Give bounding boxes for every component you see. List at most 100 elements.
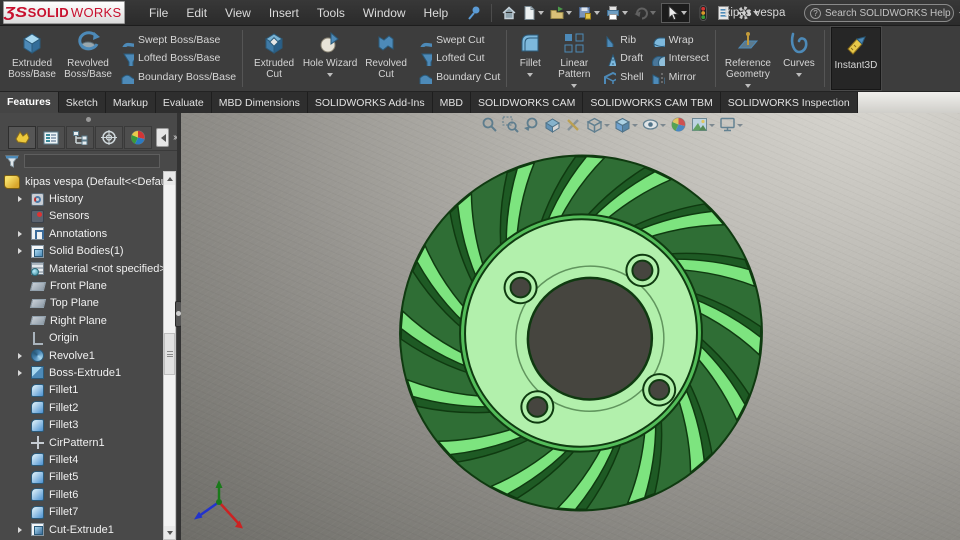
boundary-boss-button[interactable]: Boundary Boss/Base	[119, 69, 236, 84]
menu-view[interactable]: View	[217, 3, 259, 23]
dynamic-annotation-views-button[interactable]	[565, 116, 582, 133]
mirror-button[interactable]: Mirror	[650, 69, 709, 84]
fan-part-model[interactable]	[181, 113, 956, 540]
search-help-box[interactable]: ? Search SOLIDWORKS Help	[804, 4, 960, 22]
menu-edit[interactable]: Edit	[178, 3, 215, 23]
undo-button[interactable]	[633, 5, 657, 21]
swept-cut-button[interactable]: Swept Cut	[417, 32, 500, 47]
menu-help[interactable]: Help	[416, 3, 457, 23]
graphics-viewport[interactable]	[181, 113, 960, 540]
display-manager-tab[interactable]	[124, 126, 152, 149]
tab-sketch[interactable]: Sketch	[58, 92, 106, 113]
instant3d-button[interactable]: Instant3D	[829, 26, 882, 91]
previous-view-button[interactable]	[523, 116, 540, 133]
tree-scrollbar[interactable]	[163, 171, 176, 540]
tree-item-fillet1[interactable]: Fillet1	[0, 382, 168, 399]
tree-item-cirpattern1[interactable]: CirPattern1	[0, 434, 168, 451]
tree-item-revolve1[interactable]: Revolve1	[0, 347, 168, 364]
open-document-button[interactable]	[549, 5, 573, 21]
hide-show-items-button[interactable]	[642, 116, 666, 133]
view-settings-button[interactable]	[719, 116, 743, 133]
tab-solidworks-addins[interactable]: SOLIDWORKS Add-Ins	[307, 92, 433, 113]
tree-item-annotations[interactable]: Annotations	[0, 225, 168, 242]
tree-item-fillet7[interactable]: Fillet7	[0, 503, 168, 520]
tree-item-top-plane[interactable]: Top Plane	[0, 295, 168, 312]
view-orientation-button[interactable]	[586, 116, 610, 133]
extruded-boss-button[interactable]: Extruded Boss/Base	[4, 26, 60, 91]
reference-geometry-button[interactable]: Reference Geometry	[719, 26, 777, 91]
tab-markup[interactable]: Markup	[105, 92, 156, 113]
menu-tools[interactable]: Tools	[309, 3, 353, 23]
draft-button[interactable]: Draft	[601, 51, 643, 66]
tree-item-cut-extrude1[interactable]: Cut-Extrude1	[0, 521, 168, 538]
expand-arrow-icon[interactable]	[18, 248, 22, 255]
scroll-down-icon[interactable]	[164, 526, 175, 539]
print-button[interactable]	[605, 5, 629, 21]
apply-scene-button[interactable]	[691, 116, 715, 133]
tab-mbd[interactable]: MBD	[432, 92, 471, 113]
hole-wizard-button[interactable]: Hole Wizard	[302, 26, 358, 91]
lofted-boss-button[interactable]: Lofted Boss/Base	[119, 51, 236, 66]
search-input[interactable]: Search SOLIDWORKS Help	[825, 8, 951, 19]
section-view-button[interactable]	[544, 116, 561, 133]
tree-item-part[interactable]: kipas vespa (Default<<Default>_D	[0, 173, 168, 190]
new-document-button[interactable]	[522, 5, 545, 21]
feature-manager-tab[interactable]	[8, 126, 36, 149]
revolved-cut-button[interactable]: Revolved Cut	[358, 26, 414, 91]
expand-arrow-icon[interactable]	[18, 526, 22, 533]
curves-button[interactable]: Curves	[777, 26, 821, 91]
dimxpert-manager-tab[interactable]	[95, 126, 123, 149]
pin-menu-icon[interactable]	[466, 5, 482, 21]
panel-drag-strip[interactable]	[0, 113, 181, 125]
shell-button[interactable]: Shell	[601, 69, 644, 84]
tree-item-front-plane[interactable]: Front Plane	[0, 277, 168, 294]
expand-arrow-icon[interactable]	[18, 352, 22, 359]
tab-mbd-dimensions[interactable]: MBD Dimensions	[211, 92, 308, 113]
tree-item-solid-bodies[interactable]: Solid Bodies(1)	[0, 243, 168, 260]
tree-item-fillet4[interactable]: Fillet4	[0, 451, 168, 468]
rib-button[interactable]: Rib	[601, 32, 643, 47]
panel-collapse-button[interactable]	[156, 128, 169, 147]
revolved-boss-button[interactable]: Revolved Boss/Base	[60, 26, 116, 91]
tree-item-right-plane[interactable]: Right Plane	[0, 312, 168, 329]
tab-solidworks-cam[interactable]: SOLIDWORKS CAM	[470, 92, 584, 113]
linear-pattern-button[interactable]: Linear Pattern	[550, 26, 598, 91]
tree-item-origin[interactable]: Origin	[0, 330, 168, 347]
tree-item-boss-extrude1[interactable]: Boss-Extrude1	[0, 364, 168, 381]
tree-item-fillet6[interactable]: Fillet6	[0, 486, 168, 503]
tree-filter-input[interactable]	[24, 154, 160, 168]
tree-item-fillet3[interactable]: Fillet3	[0, 416, 168, 433]
expand-arrow-icon[interactable]	[18, 196, 22, 203]
extruded-cut-button[interactable]: Extruded Cut	[246, 26, 302, 91]
zoom-to-area-button[interactable]	[502, 116, 519, 133]
tab-solidworks-cam-tbm[interactable]: SOLIDWORKS CAM TBM	[583, 92, 721, 113]
intersect-button[interactable]: Intersect	[650, 51, 709, 66]
zoom-to-fit-button[interactable]	[481, 116, 498, 133]
tab-solidworks-inspection[interactable]: SOLIDWORKS Inspection	[720, 92, 858, 113]
tree-item-history[interactable]: History	[0, 190, 168, 207]
menu-insert[interactable]: Insert	[261, 3, 307, 23]
lofted-cut-button[interactable]: Lofted Cut	[417, 51, 500, 66]
expand-arrow-icon[interactable]	[18, 230, 22, 237]
tree-item-fillet2[interactable]: Fillet2	[0, 399, 168, 416]
fillet-button[interactable]: Fillet	[510, 26, 550, 91]
scroll-up-icon[interactable]	[164, 172, 175, 185]
wrap-button[interactable]: Wrap	[650, 32, 709, 47]
tree-item-material[interactable]: Material <not specified>	[0, 260, 168, 277]
menu-file[interactable]: File	[141, 3, 176, 23]
select-tool-button[interactable]	[661, 2, 691, 23]
display-style-button[interactable]	[614, 116, 638, 133]
edit-appearance-button[interactable]	[670, 116, 687, 133]
panel-overflow-chevron-icon[interactable]: ››	[173, 132, 177, 143]
boundary-cut-button[interactable]: Boundary Cut	[417, 69, 500, 84]
tab-features[interactable]: Features	[0, 92, 59, 113]
home-button[interactable]	[501, 5, 517, 21]
scrollbar-thumb[interactable]	[164, 333, 175, 376]
property-manager-tab[interactable]	[37, 126, 65, 149]
save-button[interactable]	[577, 5, 601, 21]
tree-item-sensors[interactable]: Sensors	[0, 208, 168, 225]
menu-window[interactable]: Window	[355, 3, 414, 23]
tab-evaluate[interactable]: Evaluate	[155, 92, 212, 113]
expand-arrow-icon[interactable]	[18, 369, 22, 376]
tree-item-fillet5[interactable]: Fillet5	[0, 469, 168, 486]
